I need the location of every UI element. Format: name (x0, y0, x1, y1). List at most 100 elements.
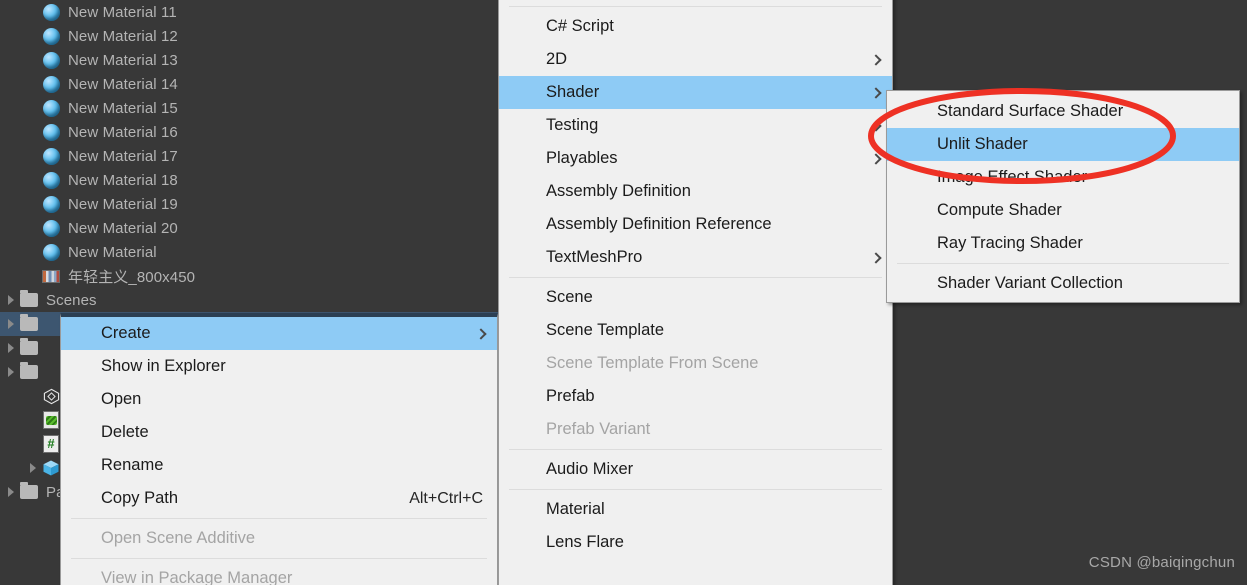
menu-item[interactable]: Lens Flare (499, 526, 892, 559)
menu-separator (71, 518, 487, 519)
menu-item-label: Audio Mixer (546, 460, 634, 478)
asset-context-menu[interactable]: Create Show in Explorer Open Delete Rename Co… (60, 313, 498, 585)
menu-item[interactable]: Delete (61, 416, 497, 449)
tree-item-label: New Material 15 (68, 99, 178, 117)
menu-separator (897, 263, 1229, 264)
menu-item-label: Prefab (546, 387, 595, 405)
material-icon (40, 50, 62, 70)
tree-item-label: New Material 11 (68, 3, 177, 21)
tree-item[interactable]: 年轻主义_800x450 (0, 264, 498, 288)
menu-item[interactable]: Ray Tracing Shader (887, 227, 1239, 260)
menu-item-label: Prefab Variant (546, 420, 651, 438)
tree-item-label: New Material 12 (68, 27, 178, 45)
menu-separator (509, 449, 882, 450)
tree-item-label: New Material (68, 243, 157, 261)
menu-item-label: Shader Variant Collection (937, 274, 1123, 292)
tree-item[interactable]: New Material 18 (0, 168, 498, 192)
tree-item[interactable]: Scenes (0, 288, 498, 312)
menu-item[interactable]: Material (499, 493, 892, 526)
tree-item-label: New Material 19 (68, 195, 178, 213)
menu-item-label: Scene Template From Scene (546, 354, 759, 372)
menu-item[interactable]: Create (61, 317, 497, 350)
menu-item[interactable]: Scene Template (499, 314, 892, 347)
tree-item-label: New Material 20 (68, 219, 178, 237)
expand-arrow-icon[interactable] (4, 336, 18, 360)
shader-icon (40, 410, 62, 430)
tree-item[interactable]: New Material 16 (0, 120, 498, 144)
create-submenu[interactable]: C# Script 2D Shader Testing Playables Assembl… (498, 0, 893, 585)
menu-item-label: Assembly Definition Reference (546, 215, 772, 233)
menu-item-label: Open Scene Additive (101, 529, 256, 547)
material-icon (40, 218, 62, 238)
menu-item[interactable]: Compute Shader (887, 194, 1239, 227)
menu-item-label: Testing (546, 116, 599, 134)
menu-item[interactable]: Assembly Definition Reference (499, 208, 892, 241)
expand-arrow-icon[interactable] (4, 480, 18, 504)
prefab-icon (40, 458, 62, 478)
tree-item[interactable]: New Material 14 (0, 72, 498, 96)
tree-item[interactable]: New Material 11 (0, 0, 498, 24)
folder-icon (18, 338, 40, 358)
menu-item-label: Compute Shader (937, 201, 1062, 219)
menu-item[interactable]: Image Effect Shader (887, 161, 1239, 194)
tree-item[interactable]: New Material 13 (0, 48, 498, 72)
menu-item[interactable]: Testing (499, 109, 892, 142)
menu-item-label: Material (546, 500, 605, 518)
tree-item[interactable]: New Material 17 (0, 144, 498, 168)
menu-item[interactable]: Prefab (499, 380, 892, 413)
menu-item-shortcut: Alt+Ctrl+C (409, 489, 483, 507)
tree-item-label: New Material 13 (68, 51, 178, 69)
menu-item[interactable]: Rename (61, 449, 497, 482)
menu-item[interactable]: Unlit Shader (887, 128, 1239, 161)
menu-item[interactable]: C# Script (499, 10, 892, 43)
menu-item[interactable]: TextMeshPro (499, 241, 892, 274)
tree-item[interactable]: New Material 12 (0, 24, 498, 48)
menu-item: View in Package Manager (61, 562, 497, 585)
menu-item[interactable]: Standard Surface Shader (887, 95, 1239, 128)
menu-item[interactable]: Shader (499, 76, 892, 109)
tree-item[interactable]: New Material (0, 240, 498, 264)
expand-arrow-icon[interactable] (4, 360, 18, 384)
menu-item[interactable]: 2D (499, 43, 892, 76)
menu-item[interactable]: Playables (499, 142, 892, 175)
tree-item-label: New Material 18 (68, 171, 178, 189)
expand-arrow-icon[interactable] (4, 288, 18, 312)
material-icon (40, 146, 62, 166)
tree-item[interactable]: New Material 15 (0, 96, 498, 120)
menu-item[interactable]: Audio Mixer (499, 453, 892, 486)
menu-item[interactable]: Copy Path Alt+Ctrl+C (61, 482, 497, 515)
menu-item[interactable]: Scene (499, 281, 892, 314)
menu-item-label: Show in Explorer (101, 357, 226, 375)
menu-separator (509, 489, 882, 490)
menu-item: Prefab Variant (499, 413, 892, 446)
csharp-script-icon: # (40, 434, 62, 454)
shader-submenu[interactable]: Standard Surface Shader Unlit Shader Image… (886, 90, 1240, 303)
expand-arrow-icon[interactable] (26, 456, 40, 480)
menu-item: Open Scene Additive (61, 522, 497, 555)
tree-item[interactable]: New Material 19 (0, 192, 498, 216)
menu-item: Scene Template From Scene (499, 347, 892, 380)
expand-arrow-icon[interactable] (4, 312, 18, 336)
menu-item[interactable]: Shader Variant Collection (887, 267, 1239, 300)
menu-item[interactable]: Assembly Definition (499, 175, 892, 208)
menu-item-label: Playables (546, 149, 618, 167)
unity-scene-icon (40, 386, 62, 406)
image-icon (40, 266, 62, 286)
menu-item[interactable]: Show in Explorer (61, 350, 497, 383)
tree-item[interactable]: New Material 20 (0, 216, 498, 240)
tree-item-label: 年轻主义_800x450 (68, 268, 196, 286)
menu-item-label: Standard Surface Shader (937, 102, 1124, 120)
menu-separator (509, 277, 882, 278)
menu-item[interactable]: Open (61, 383, 497, 416)
